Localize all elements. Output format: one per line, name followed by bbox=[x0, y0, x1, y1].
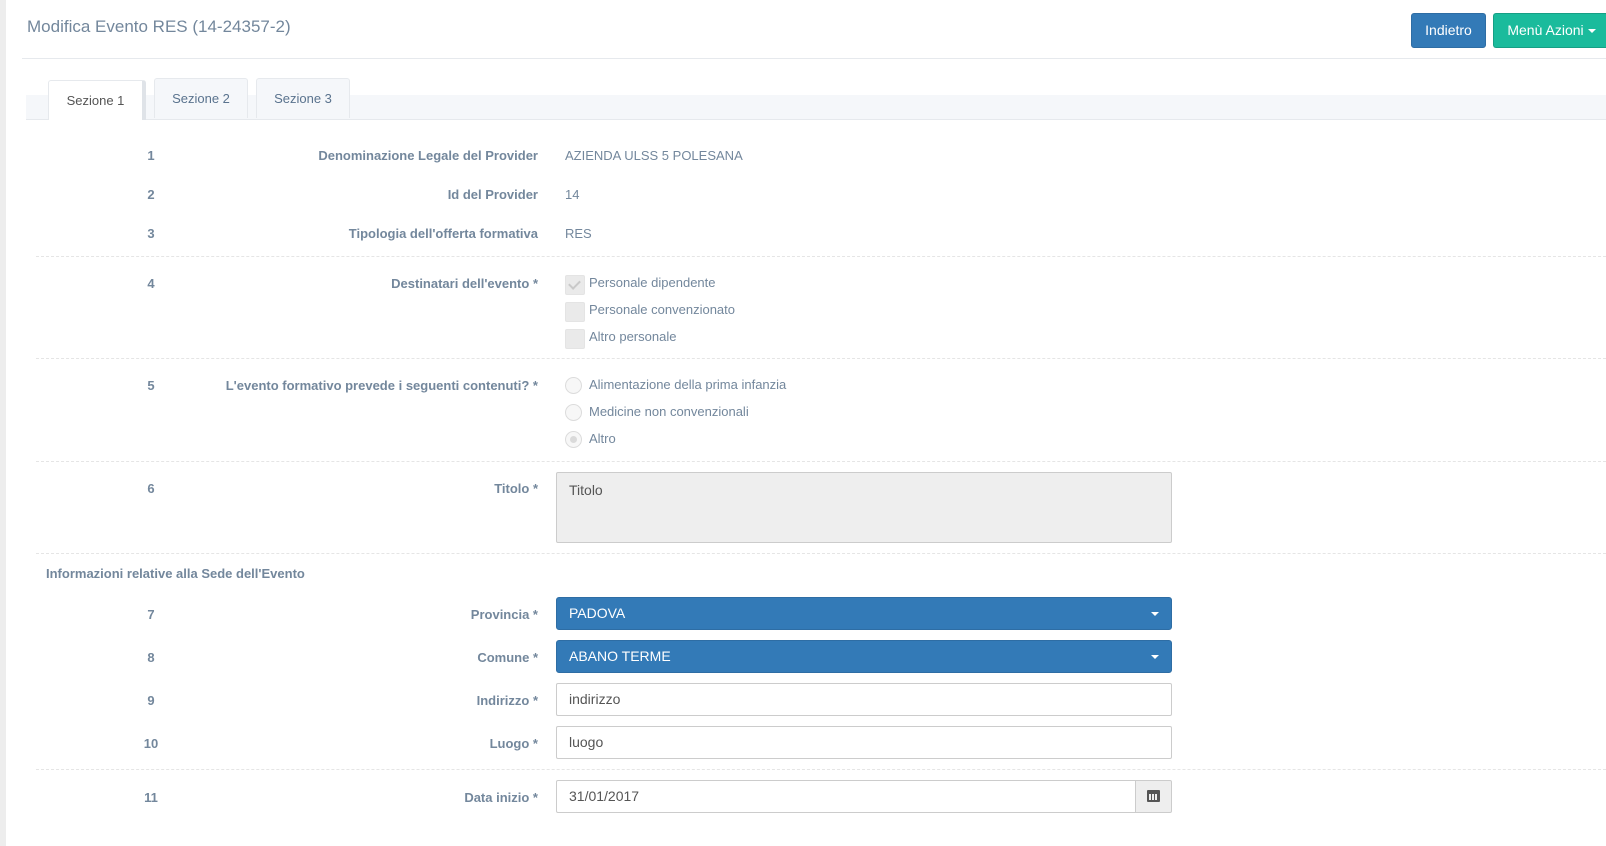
row-number: 3 bbox=[147, 226, 155, 241]
tab-sezione-2[interactable]: Sezione 2 bbox=[154, 78, 248, 118]
field-label: Provincia * bbox=[470, 607, 538, 622]
offer-type-value: RES bbox=[565, 226, 592, 241]
left-gutter bbox=[0, 0, 6, 846]
radio-icon[interactable] bbox=[565, 404, 582, 421]
provider-id-value: 14 bbox=[565, 187, 580, 202]
row-number: 5 bbox=[147, 378, 155, 393]
row-divider bbox=[36, 769, 1606, 770]
row-number: 7 bbox=[147, 607, 155, 622]
row-number: 2 bbox=[147, 187, 155, 202]
field-label: Comune * bbox=[477, 650, 538, 665]
field-label: Data inizio * bbox=[464, 790, 538, 805]
radio-label: Altro bbox=[589, 431, 616, 446]
page-title: Modifica Evento RES (14-24357-2) bbox=[27, 17, 291, 36]
checkbox-checked-icon[interactable] bbox=[565, 275, 585, 295]
provincia-selected-value: PADOVA bbox=[569, 605, 626, 621]
calendar-icon bbox=[1147, 790, 1160, 802]
chevron-down-icon bbox=[1151, 612, 1159, 616]
radio-selected-icon[interactable] bbox=[565, 431, 582, 448]
titolo-textarea[interactable]: Titolo bbox=[556, 472, 1172, 543]
field-label: Denominazione Legale del Provider bbox=[318, 148, 538, 163]
row-number: 9 bbox=[147, 693, 155, 708]
actions-menu-button[interactable]: Menù Azioni bbox=[1493, 13, 1606, 48]
field-label: Indirizzo * bbox=[476, 693, 538, 708]
indirizzo-input[interactable]: indirizzo bbox=[556, 683, 1172, 716]
row-divider bbox=[36, 256, 1606, 257]
row-number: 11 bbox=[144, 790, 158, 805]
row-divider bbox=[36, 553, 1606, 554]
radio-icon[interactable] bbox=[565, 377, 582, 394]
actions-menu-label: Menù Azioni bbox=[1507, 22, 1584, 38]
page-header: Modifica Evento RES (14-24357-2) Indietr… bbox=[22, 0, 1606, 59]
caret-down-icon bbox=[1587, 29, 1596, 34]
calendar-button[interactable] bbox=[1135, 780, 1172, 813]
radio-label: Medicine non convenzionali bbox=[589, 404, 749, 419]
comune-selected-value: ABANO TERME bbox=[569, 648, 671, 664]
row-number: 6 bbox=[147, 481, 155, 496]
row-number: 8 bbox=[147, 650, 155, 665]
radio-label: Alimentazione della prima infanzia bbox=[589, 377, 787, 392]
field-label: Destinatari dell'evento * bbox=[391, 276, 538, 291]
field-label: L'evento formativo prevede i seguenti co… bbox=[225, 378, 538, 393]
tab-sezione-1[interactable]: Sezione 1 bbox=[48, 80, 146, 120]
field-label: Luogo * bbox=[489, 736, 538, 751]
provincia-select[interactable]: PADOVA bbox=[556, 597, 1172, 630]
luogo-input[interactable]: luogo bbox=[556, 726, 1172, 759]
tab-sezione-3[interactable]: Sezione 3 bbox=[256, 78, 350, 118]
section-heading-sede: Informazioni relative alla Sede dell'Eve… bbox=[46, 566, 305, 581]
provider-name-value: AZIENDA ULSS 5 POLESANA bbox=[565, 148, 743, 163]
row-number: 1 bbox=[147, 148, 155, 163]
comune-select[interactable]: ABANO TERME bbox=[556, 640, 1172, 673]
field-label: Tipologia dell'offerta formativa bbox=[348, 226, 538, 241]
row-number: 4 bbox=[147, 276, 155, 291]
checkbox-label: Personale convenzionato bbox=[589, 302, 735, 317]
row-divider bbox=[36, 358, 1606, 359]
field-label: Titolo * bbox=[494, 481, 538, 496]
row-divider bbox=[36, 461, 1606, 462]
back-button[interactable]: Indietro bbox=[1411, 13, 1486, 48]
data-inizio-input[interactable]: 31/01/2017 bbox=[556, 780, 1136, 813]
checkbox-label: Altro personale bbox=[589, 329, 677, 344]
checkbox-label: Personale dipendente bbox=[589, 275, 716, 290]
checkbox-icon[interactable] bbox=[565, 302, 585, 322]
row-number: 10 bbox=[143, 736, 159, 751]
checkbox-icon[interactable] bbox=[565, 329, 585, 349]
chevron-down-icon bbox=[1151, 655, 1159, 659]
field-label: Id del Provider bbox=[447, 187, 538, 202]
